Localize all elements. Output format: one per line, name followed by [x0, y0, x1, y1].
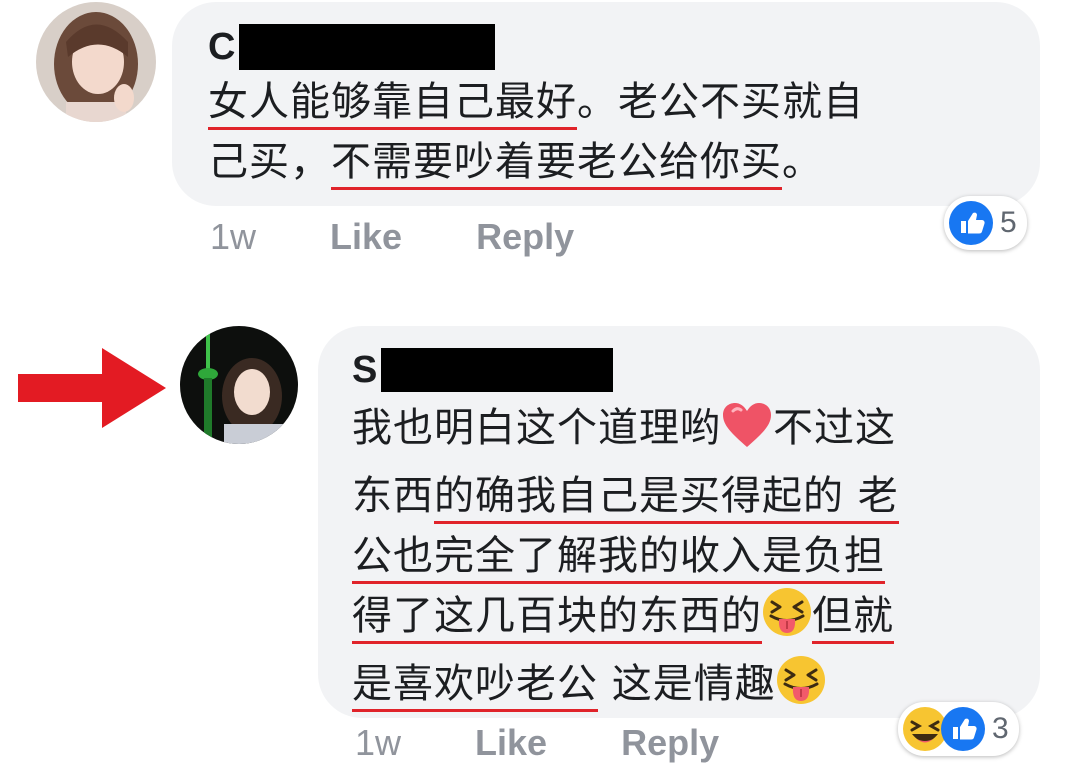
comment-author-2[interactable]: S	[352, 348, 614, 392]
reply-button[interactable]: Reply	[476, 216, 574, 257]
squinting-tongue-emoji	[762, 587, 812, 654]
like-thumb-icon	[941, 707, 985, 751]
comment-actions-1: 1w Like Reply	[210, 216, 638, 258]
red-heart-emoji	[721, 401, 773, 466]
like-button[interactable]: Like	[330, 216, 402, 257]
avatar-commenter-s[interactable]	[180, 326, 298, 444]
like-thumb-icon	[949, 201, 993, 245]
comment-text-2: 我也明白这个道理哟 不过这东西的确我自己是买得起的 老公也完全了解我的收入是负担得…	[352, 398, 899, 722]
text-segment: 不过这	[773, 405, 896, 451]
underlined-text-segment: 不需要吵着要老公给你买	[331, 139, 782, 190]
comment-line: 得了这几百块的东西的 但就	[352, 586, 899, 654]
underlined-text-segment: 公也完全了解我的收入是负担	[352, 533, 885, 584]
reaction-count: 5	[1000, 206, 1017, 239]
underlined-text-segment: 得了这几百块的东西的	[352, 593, 762, 644]
underlined-text-segment: 女人能够靠自己最好	[208, 79, 577, 130]
text-segment: 。老公不买就自	[577, 79, 864, 125]
text-segment: 我也明白这个道理哟	[352, 405, 721, 451]
comment-line: 东西的确我自己是买得起的 老	[352, 466, 899, 526]
text-segment: 东西	[352, 473, 434, 519]
author-initial: C	[208, 26, 236, 68]
like-button[interactable]: Like	[475, 722, 547, 763]
text-segment: 。	[782, 139, 823, 185]
comment-line: 是喜欢吵老公 这是情趣	[352, 654, 899, 722]
author-initial: S	[352, 349, 378, 391]
redacted-name-bar	[381, 348, 614, 392]
reaction-summary-1[interactable]: 5	[944, 196, 1027, 250]
squinting-tongue-emoji	[776, 655, 826, 722]
comment-line: 己买，不需要吵着要老公给你买。	[208, 132, 864, 192]
text-segment: 己买，	[208, 139, 331, 185]
comment-line: 女人能够靠自己最好。老公不买就自	[208, 72, 864, 132]
comment-actions-2: 1w Like Reply	[355, 722, 783, 764]
comment-line: 公也完全了解我的收入是负担	[352, 526, 899, 586]
red-arrow-icon	[18, 348, 166, 428]
underlined-text-segment: 但就	[812, 593, 894, 644]
underlined-text-segment: 的确我自己是买得起的 老	[434, 473, 899, 524]
reaction-count: 3	[992, 712, 1009, 745]
timestamp[interactable]: 1w	[355, 722, 401, 763]
underlined-text-segment: 是喜欢吵老公	[352, 661, 598, 712]
redacted-name-bar	[239, 24, 496, 70]
timestamp[interactable]: 1w	[210, 216, 256, 257]
comment-line: 我也明白这个道理哟 不过这	[352, 398, 899, 466]
avatar-commenter-c[interactable]	[36, 2, 156, 122]
reaction-summary-2[interactable]: 3	[898, 702, 1019, 756]
text-segment: 这是情趣	[598, 661, 776, 707]
reply-button[interactable]: Reply	[621, 722, 719, 763]
comment-text-1: 女人能够靠自己最好。老公不买就自 己买，不需要吵着要老公给你买。	[208, 72, 864, 192]
comment-author-1[interactable]: C	[208, 24, 496, 70]
